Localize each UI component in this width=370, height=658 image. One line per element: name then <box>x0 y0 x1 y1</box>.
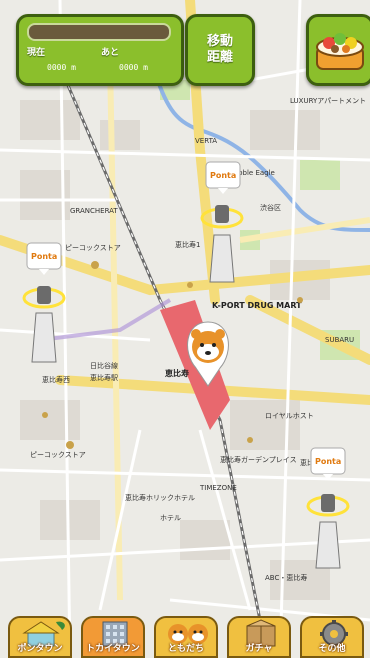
map-label: ロイヤルホスト <box>265 412 314 420</box>
station-label: 恵比寿 <box>165 368 189 378</box>
nav-tokaitown-button[interactable]: トカイタウン <box>81 616 145 658</box>
nav-pontown-button[interactable]: ポンタウン <box>8 616 72 658</box>
map-label: VERTA <box>195 137 217 145</box>
bottom-navigation: ポンタウン トカイタウン ともだち ガチャ その他 <box>8 612 366 658</box>
distance-progress-bar <box>27 23 171 41</box>
nav-label: ポンタウン <box>17 644 63 654</box>
nav-friends-button[interactable]: ともだち <box>154 616 218 658</box>
map-label: 渋谷区 <box>260 203 281 212</box>
map-label: ホテル <box>160 514 181 522</box>
map-label: ピーコックストア <box>65 244 121 252</box>
nav-label: その他 <box>318 644 346 654</box>
map-label: LUXURYアパートメント <box>290 97 366 105</box>
svg-text:Ponta: Ponta <box>31 252 57 261</box>
nav-label: ともだち <box>167 644 204 654</box>
current-label: 現在 <box>27 48 46 58</box>
nav-other-button[interactable]: その他 <box>300 616 364 658</box>
distance-panel: 現在 あと 0000 m 0000 m <box>16 14 184 86</box>
svg-text:Ponta: Ponta <box>315 457 341 466</box>
map-label: 恵比寿西 <box>42 375 70 384</box>
lunchbox-button[interactable] <box>306 14 370 86</box>
map-label: 恵比寿ガーデンプレイス <box>220 455 297 464</box>
map-label: 日比谷線 <box>90 361 118 370</box>
map-label: K-PORT DRUG MART <box>212 301 302 310</box>
move-distance-label-1: 移動 <box>206 34 233 49</box>
map-label: ピーコックストア <box>30 451 86 459</box>
nav-label: トカイタウン <box>86 644 140 654</box>
map-label: TIMEZONE <box>199 484 237 492</box>
nav-gacha-button[interactable]: ガチャ <box>227 616 291 658</box>
svg-text:Ponta: Ponta <box>210 171 236 180</box>
map-label: 恵比寿ホリックホテル <box>125 493 195 502</box>
current-distance-value: 0000 m <box>47 63 76 72</box>
map-label: ABC・恵比寿 <box>265 573 307 582</box>
nav-label: ガチャ <box>245 644 273 654</box>
move-distance-button[interactable]: 移動 距離 <box>185 14 255 86</box>
map-label: 恵比寿駅 <box>90 373 118 382</box>
map-label: SUBARU <box>325 336 354 344</box>
bento-icon <box>316 33 364 70</box>
city-map[interactable]: 恵比寿 ピーコックストア ピーコックストア K-PORT DRUG MART 日… <box>0 0 370 658</box>
remaining-label: あと <box>101 48 120 58</box>
app-screen: 恵比寿 ピーコックストア ピーコックストア K-PORT DRUG MART 日… <box>0 0 370 658</box>
move-distance-label-2: 距離 <box>206 50 233 65</box>
map-label: 恵比寿1 <box>175 240 200 249</box>
remaining-distance-value: 0000 m <box>119 63 148 72</box>
map-label: GRANCHERAT <box>70 207 118 215</box>
